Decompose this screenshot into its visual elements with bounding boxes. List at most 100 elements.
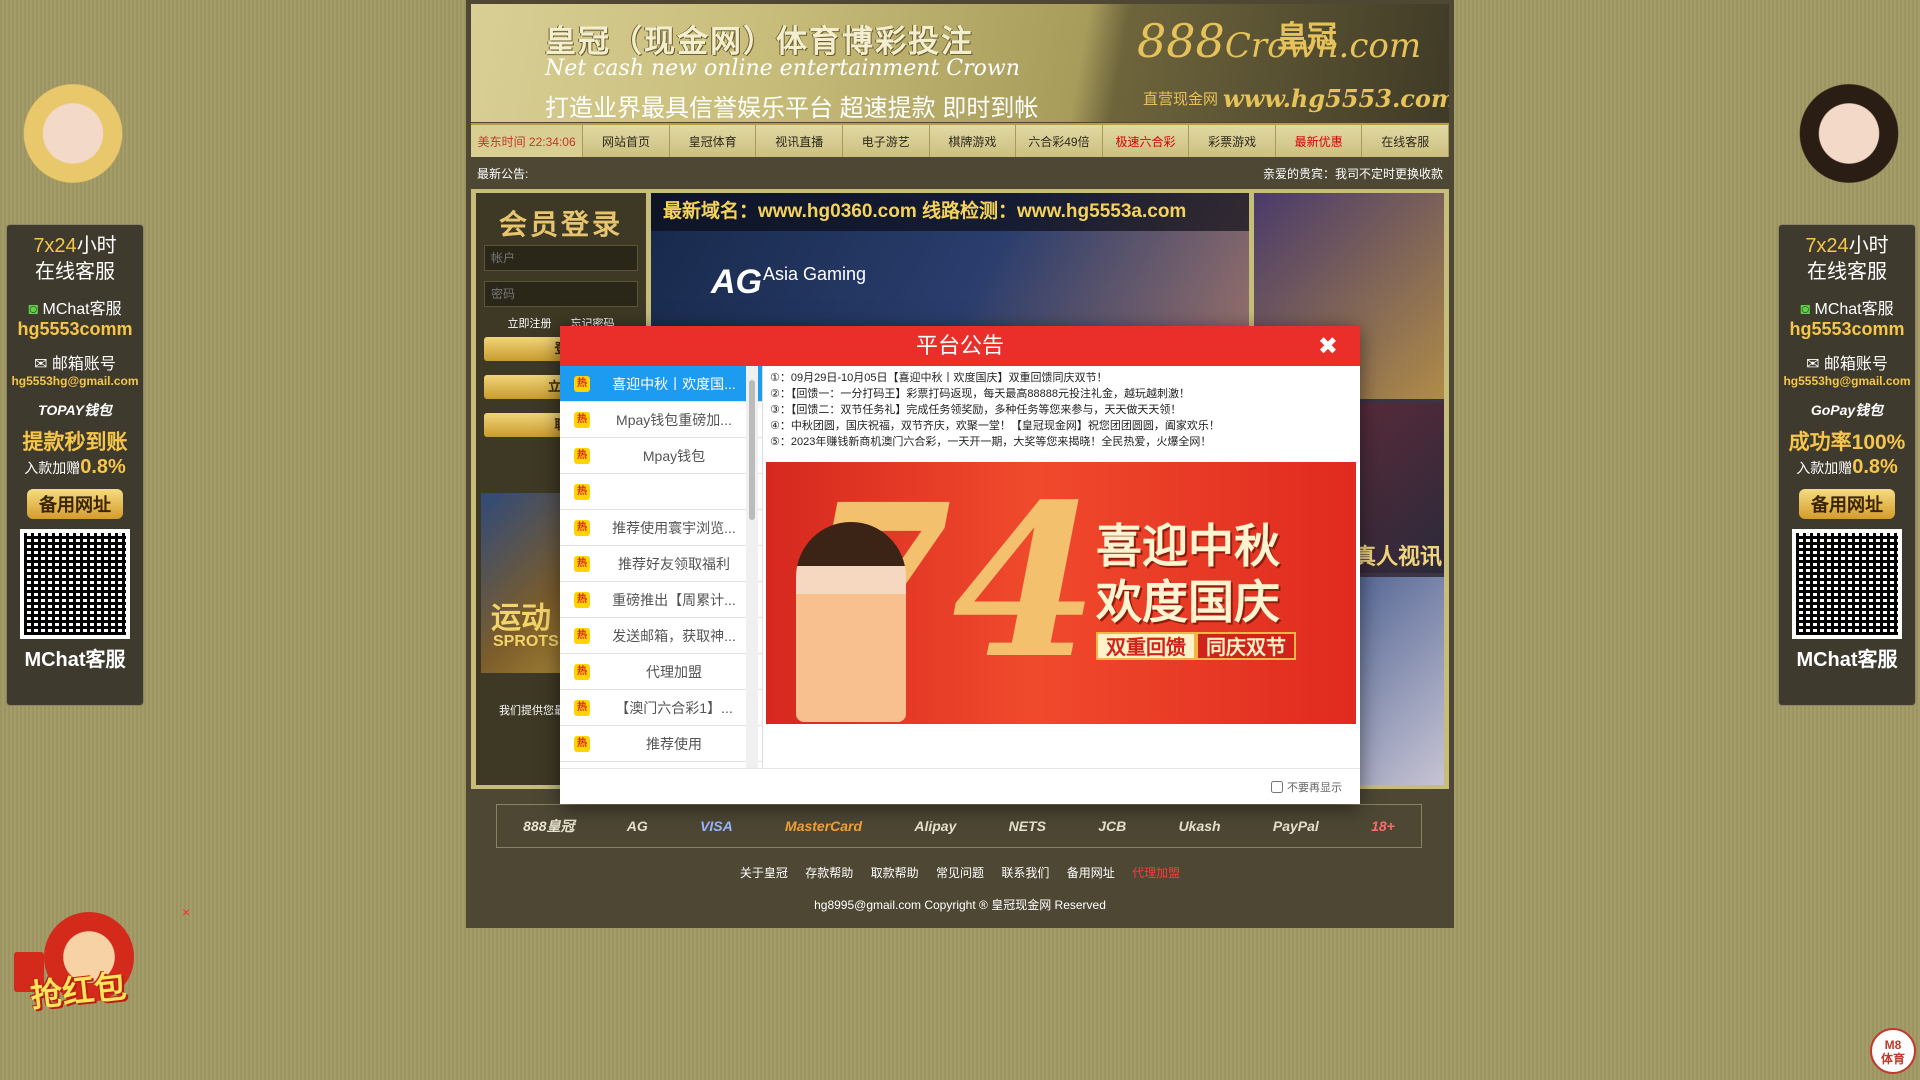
promo-headline-2: 欢度国庆 (1096, 575, 1280, 629)
mchat-id: hg5553comm (1789, 319, 1905, 339)
copyright: hg8995@gmail.com Copyright ® 皇冠现金网 Reser… (814, 898, 1106, 912)
account-input[interactable] (484, 245, 638, 271)
list-item[interactable]: 热发送邮箱，获取神... (560, 618, 762, 654)
list-scrollbar[interactable] (746, 366, 758, 768)
promo-banner-image: 74 喜迎中秋 欢度国庆 双重回馈 同庆双节 (766, 462, 1356, 724)
nets-logo: NETS (1008, 818, 1046, 834)
jcb-logo: JCB (1098, 818, 1127, 834)
alipay-logo: Alipay (914, 818, 957, 834)
nav-chess[interactable]: 棋牌游戏 (930, 125, 1017, 157)
footer-withdraw-help[interactable]: 取款帮助 (871, 866, 919, 880)
list-item[interactable]: 热 Mpay钱包重磅加... (560, 402, 762, 438)
list-item[interactable]: 热推荐使用寰宇浏览... (560, 510, 762, 546)
body-line: ④：中秋团圆，国庆祝福，双节齐庆，欢聚一堂！【皇冠现金网】祝您团团圆圆，阖家欢乐… (770, 420, 1220, 432)
hot-icon: 热 (574, 664, 590, 680)
us-east-time: 美东时间 22:34:06 (471, 125, 584, 157)
list-item[interactable]: 热重磅推出【周累计... (560, 582, 762, 618)
header-english: Net cash new online entertainment Crown (545, 56, 1020, 81)
crown-logo: 888皇冠 (523, 818, 575, 834)
nav-fast-marksix[interactable]: 极速六合彩 (1103, 125, 1190, 157)
site-header-banner: 皇冠（现金网）体育博彩投注 Net cash new online entert… (471, 4, 1449, 122)
ukash-logo: Ukash (1178, 818, 1221, 834)
mail-label: ✉ 邮箱账号 (1806, 356, 1888, 373)
list-item[interactable]: 热 (560, 474, 762, 510)
dont-show-again[interactable]: 不要再显示 (1271, 779, 1342, 795)
list-item[interactable]: 热推荐好友领取福利 (560, 546, 762, 582)
hot-icon: 热 (574, 412, 590, 428)
footer-backup-url[interactable]: 备用网址 (1067, 866, 1115, 880)
close-icon[interactable]: × (182, 904, 190, 920)
notice-bar: 最新公告: 亲爱的贵宾：我司不定时更换收款 (471, 160, 1449, 184)
close-icon[interactable]: ✖ (1318, 332, 1338, 361)
footer-contact[interactable]: 联系我们 (1001, 866, 1049, 880)
list-item[interactable]: 热【澳门六合彩1】... (560, 690, 762, 726)
backup-url-button[interactable]: 备用网址 (27, 489, 123, 519)
floater-footer: MChat客服 (1796, 649, 1898, 671)
list-item[interactable]: 热喜迎中秋丨欢度国... (560, 366, 762, 402)
floater-footer: MChat客服 (24, 649, 126, 671)
modal-title: 平台公告 (915, 333, 1004, 358)
hot-icon: 热 (574, 448, 590, 464)
promo-tags: 双重回馈 同庆双节 (1096, 632, 1296, 660)
password-input[interactable] (484, 281, 638, 307)
brand-logo[interactable]: 888Crown.com 皇冠 (1137, 14, 1421, 68)
list-item[interactable]: 热代理加盟 (560, 654, 762, 690)
header-slogan: 打造业界最具信誉娱乐平台 超速提款 即时到帐 (545, 95, 1039, 122)
footer-deposit-help[interactable]: 存款帮助 (805, 866, 853, 880)
chat-icon: ◙ (1800, 301, 1811, 318)
age-18-logo: 18+ (1371, 818, 1395, 834)
footer-agent[interactable]: 代理加盟 (1132, 866, 1180, 880)
hot-icon: 热 (574, 628, 590, 644)
promo-tag: 同庆双节 (1196, 632, 1296, 660)
hot-icon: 热 (574, 592, 590, 608)
main-nav: 美东时间 22:34:06 网站首页 皇冠体育 视讯直播 电子游艺 棋牌游戏 六… (471, 123, 1450, 157)
wallet-brand: TOPAY钱包 (38, 402, 112, 418)
nav-sports[interactable]: 皇冠体育 (670, 125, 757, 157)
nav-home[interactable]: 网站首页 (583, 125, 670, 157)
announcement-modal: 平台公告 ✖ 热喜迎中秋丨欢度国... 热 Mpay钱包重磅加... 热 Mpay钱… (560, 326, 1360, 804)
notice-marquee[interactable]: 亲爱的贵宾：我司不定时更换收款 (1263, 165, 1443, 182)
announcement-list: 热喜迎中秋丨欢度国... 热 Mpay钱包重磅加... 热 Mpay钱包 热 热推荐… (560, 366, 763, 768)
wallet-bonus: 入款加赠0.8% (1796, 456, 1898, 478)
brand-domain[interactable]: www.hg5553.com (1223, 84, 1449, 113)
floater-heading: 7x24小时 在线客服 (1805, 235, 1889, 283)
nav-lottery[interactable]: 彩票游戏 (1189, 125, 1276, 157)
nav-slots[interactable]: 电子游艺 (843, 125, 930, 157)
promo-tag: 双重回馈 (1096, 632, 1196, 660)
register-link[interactable]: 立即注册 (507, 318, 551, 330)
wallet-promo: 提款秒到账 (22, 431, 128, 454)
body-line: ③：【回馈二：双节任务礼】完成任务领奖励，多种任务等您来参与，天天做天天领！ (770, 404, 1182, 416)
nav-support[interactable]: 在线客服 (1362, 125, 1450, 157)
mail-icon: ✉ (34, 356, 48, 373)
footer-links: 关于皇冠 存款帮助 取款帮助 常见问题 联系我们 备用网址 代理加盟 (466, 864, 1454, 881)
body-line: ②：【回馈一：一分打码王】彩票打码返现，每天最高88888元投注礼金，越玩越刺激… (770, 388, 1190, 400)
qr-code (20, 529, 130, 639)
wallet-bonus: 入款加赠0.8% (24, 456, 126, 478)
sports-label: 运动 (491, 602, 551, 635)
m8-sports-badge[interactable]: M8 体育 (1870, 1028, 1916, 1074)
backup-url-button[interactable]: 备用网址 (1799, 489, 1895, 519)
announcement-body: ①：09月29日-10月05日【喜迎中秋丨欢度国庆】双重回馈同庆双节！ ②：【回… (764, 366, 1356, 768)
mchat-label: ◙ MChat客服 (28, 301, 122, 318)
mail-icon: ✉ (1806, 356, 1820, 373)
body-line: ①：09月29日-10月05日【喜迎中秋丨欢度国庆】双重回馈同庆双节！ (770, 372, 1108, 384)
nav-promotions[interactable]: 最新优惠 (1276, 125, 1363, 157)
dont-show-checkbox[interactable] (1271, 781, 1283, 793)
banner-domains: 最新域名：www.hg0360.com 线路检测：www.hg5553a.com (651, 193, 1249, 231)
hot-icon: 热 (574, 376, 590, 392)
list-item[interactable]: 热 Mpay钱包 (560, 438, 762, 474)
list-item[interactable]: 热推荐使用 (560, 726, 762, 762)
footer-about[interactable]: 关于皇冠 (740, 866, 788, 880)
modal-footer: 不要再显示 (560, 768, 1360, 805)
scrollbar-thumb[interactable] (749, 380, 755, 520)
nav-live[interactable]: 视讯直播 (756, 125, 843, 157)
chat-icon: ◙ (28, 301, 39, 318)
header-title: 皇冠（现金网）体育博彩投注 (545, 24, 974, 60)
footer-faq[interactable]: 常见问题 (936, 866, 984, 880)
nav-marksix[interactable]: 六合彩49倍 (1016, 125, 1103, 157)
mchat-id: hg5553comm (17, 319, 133, 339)
left-floater-portrait (18, 78, 128, 224)
ag-logo: AG (711, 263, 762, 301)
visa-logo: VISA (700, 818, 733, 834)
brand-subtitle: 直营现金网 (1143, 91, 1219, 108)
